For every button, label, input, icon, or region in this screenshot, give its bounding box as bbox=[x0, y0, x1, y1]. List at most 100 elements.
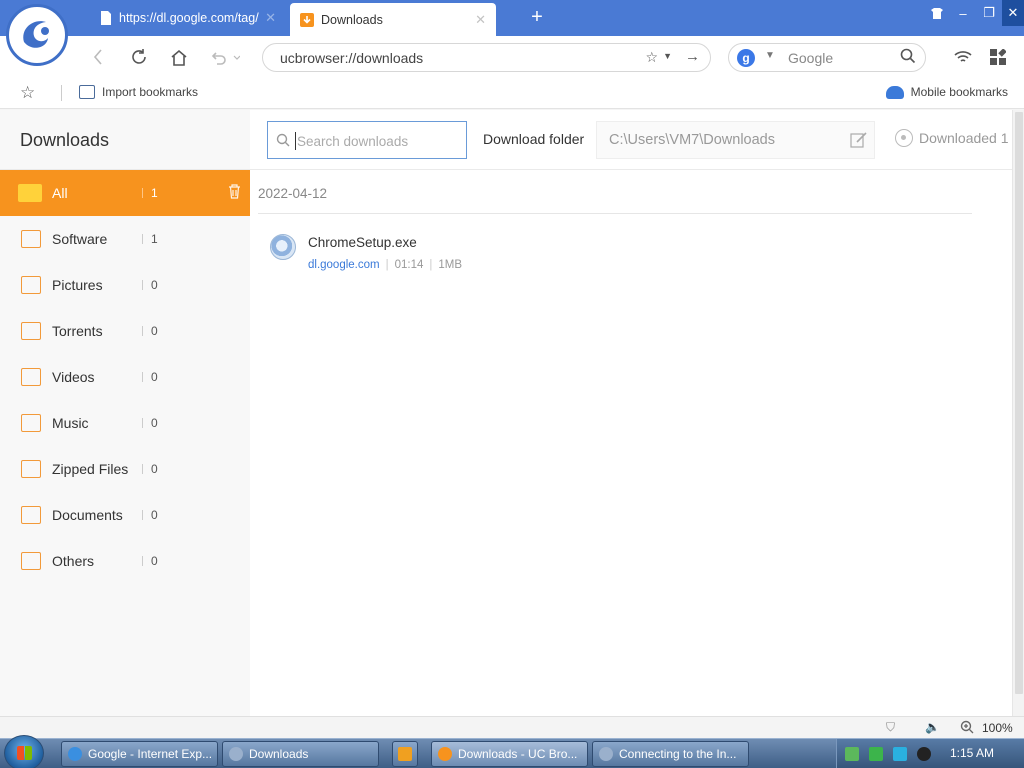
bookmark-dropdown-icon[interactable]: ▼ bbox=[663, 51, 672, 61]
category-videos[interactable]: Videos 0 bbox=[0, 354, 250, 400]
search-placeholder: Google bbox=[788, 50, 834, 66]
uc-browser-logo-icon[interactable] bbox=[6, 4, 68, 66]
taskbar-item-ie[interactable]: Google - Internet Exp... bbox=[61, 741, 218, 767]
new-tab-plus-icon[interactable]: + bbox=[526, 6, 548, 29]
bookmark-star-icon[interactable]: ☆ bbox=[645, 49, 658, 66]
zoom-level[interactable]: 100% bbox=[982, 721, 1013, 735]
taskbar-item-uc-browser[interactable]: Downloads - UC Bro... bbox=[431, 741, 588, 767]
tab-label: https://dl.google.com/tag/ bbox=[119, 11, 259, 25]
downloaded-status: Downloaded 1 bbox=[895, 129, 1009, 147]
download-status-icon bbox=[895, 129, 913, 147]
file-time: 01:14 bbox=[394, 259, 424, 271]
scrollbar-thumb[interactable] bbox=[1015, 112, 1023, 694]
category-all[interactable]: All 1 bbox=[0, 170, 250, 216]
divider bbox=[142, 372, 143, 382]
engine-dropdown-icon[interactable]: ▼ bbox=[765, 50, 775, 61]
file-meta: dl.google.com | 01:14 | 1MB bbox=[308, 259, 462, 271]
zoom-icon[interactable] bbox=[960, 720, 974, 737]
file-source-link[interactable]: dl.google.com bbox=[308, 259, 380, 271]
search-engine-icon[interactable]: g bbox=[737, 49, 755, 67]
windows-taskbar: Google - Internet Exp... Downloads Downl… bbox=[0, 735, 1024, 768]
tab-label: Downloads bbox=[321, 12, 383, 27]
folder-icon bbox=[18, 184, 42, 202]
search-box[interactable]: g ▼ Google bbox=[728, 43, 926, 72]
download-folder-label: Download folder bbox=[483, 131, 585, 147]
vertical-scrollbar[interactable] bbox=[1012, 110, 1024, 716]
start-button-icon[interactable] bbox=[4, 735, 44, 768]
category-count: 0 bbox=[151, 324, 158, 338]
window-controls: – ❐ ✕ bbox=[924, 0, 1024, 30]
category-label: Videos bbox=[52, 369, 95, 385]
others-grid-icon bbox=[21, 552, 41, 570]
refresh-icon[interactable] bbox=[127, 45, 151, 69]
category-label: Zipped Files bbox=[52, 461, 129, 477]
category-documents[interactable]: Documents 0 bbox=[0, 492, 250, 538]
divider bbox=[142, 234, 143, 244]
tab-google-download[interactable]: https://dl.google.com/tag/ ✕ bbox=[90, 4, 286, 32]
address-bar[interactable]: ucbrowser://downloads ☆ ▼ → bbox=[262, 43, 711, 72]
category-label: Software bbox=[52, 231, 108, 247]
taskbar-clock[interactable]: 1:15 AM bbox=[950, 746, 994, 760]
category-count: 0 bbox=[151, 416, 158, 430]
import-bookmarks-link[interactable]: Import bookmarks bbox=[79, 85, 198, 99]
download-item[interactable]: ChromeSetup.exe dl.google.com | 01:14 | 1MB bbox=[270, 232, 770, 282]
restore-icon[interactable]: ❐ bbox=[976, 0, 1002, 26]
status-bar: ⛉ 🔈 100% bbox=[0, 716, 1024, 738]
wifi-icon[interactable] bbox=[951, 45, 975, 69]
trash-icon[interactable] bbox=[228, 184, 241, 202]
category-pictures[interactable]: Pictures 0 bbox=[0, 262, 250, 308]
minimize-icon[interactable]: – bbox=[950, 0, 976, 26]
download-folder-field[interactable]: C:\Users\VM7\Downloads bbox=[596, 121, 875, 159]
category-music[interactable]: Music 0 bbox=[0, 400, 250, 446]
category-label: Torrents bbox=[52, 323, 103, 339]
home-icon[interactable] bbox=[167, 45, 191, 69]
downloads-content: Download folder C:\Users\VM7\Downloads D… bbox=[250, 110, 1012, 716]
tab-downloads[interactable]: Downloads ✕ bbox=[290, 3, 496, 36]
taskbar-media-player[interactable] bbox=[392, 741, 418, 767]
category-count: 0 bbox=[151, 370, 158, 384]
shield-icon[interactable]: ⛉ bbox=[886, 720, 895, 735]
divider bbox=[142, 280, 143, 290]
uc-browser-icon bbox=[438, 747, 452, 761]
taskbar-item-connecting[interactable]: Connecting to the In... bbox=[592, 741, 749, 767]
mobile-bookmarks-link[interactable]: Mobile bookmarks bbox=[885, 85, 1008, 99]
search-downloads-box[interactable] bbox=[267, 121, 467, 159]
category-count: 0 bbox=[151, 278, 158, 292]
divider bbox=[142, 188, 143, 198]
speaker-icon[interactable]: 🔈 bbox=[925, 720, 940, 734]
system-tray bbox=[836, 739, 1024, 768]
search-downloads-input[interactable] bbox=[295, 132, 455, 150]
taskbar-item-label: Google - Internet Exp... bbox=[88, 747, 213, 761]
display-tray-icon[interactable] bbox=[893, 747, 907, 761]
category-others[interactable]: Others 0 bbox=[0, 538, 250, 584]
go-arrow-icon[interactable]: → bbox=[685, 48, 700, 65]
installer-file-icon bbox=[270, 234, 296, 260]
taskbar-item-downloads[interactable]: Downloads bbox=[222, 741, 379, 767]
download-window-icon bbox=[229, 747, 243, 761]
tab-close-icon[interactable]: ✕ bbox=[475, 12, 486, 28]
category-torrents[interactable]: Torrents 0 bbox=[0, 308, 250, 354]
volume-tray-icon[interactable] bbox=[917, 747, 931, 761]
category-software[interactable]: Software 1 bbox=[0, 216, 250, 262]
close-window-icon[interactable]: ✕ bbox=[1002, 0, 1024, 26]
file-name[interactable]: ChromeSetup.exe bbox=[308, 235, 417, 250]
title-bar: https://dl.google.com/tag/ ✕ Downloads ✕… bbox=[0, 0, 1024, 66]
category-zipped-files[interactable]: Zipped Files 0 bbox=[0, 446, 250, 492]
apps-grid-icon[interactable] bbox=[986, 45, 1010, 69]
tab-close-icon[interactable]: ✕ bbox=[265, 10, 276, 26]
security-tray-icon[interactable] bbox=[845, 747, 859, 761]
network-tray-icon[interactable] bbox=[869, 747, 883, 761]
divider bbox=[250, 169, 1012, 170]
bookmarks-star-icon[interactable]: ☆ bbox=[20, 83, 35, 103]
import-icon bbox=[79, 85, 95, 99]
music-note-icon bbox=[21, 414, 41, 432]
undo-close-tab-icon[interactable] bbox=[208, 45, 242, 69]
navigation-bar: ucbrowser://downloads ☆ ▼ → g ▼ Google bbox=[0, 36, 1024, 78]
divider bbox=[142, 464, 143, 474]
skin-shirt-icon[interactable] bbox=[924, 0, 950, 26]
edit-pencil-icon[interactable] bbox=[850, 132, 868, 153]
search-icon[interactable] bbox=[900, 48, 916, 69]
picture-icon bbox=[21, 276, 41, 294]
back-arrow-icon[interactable] bbox=[86, 45, 110, 69]
category-label: All bbox=[52, 185, 68, 201]
